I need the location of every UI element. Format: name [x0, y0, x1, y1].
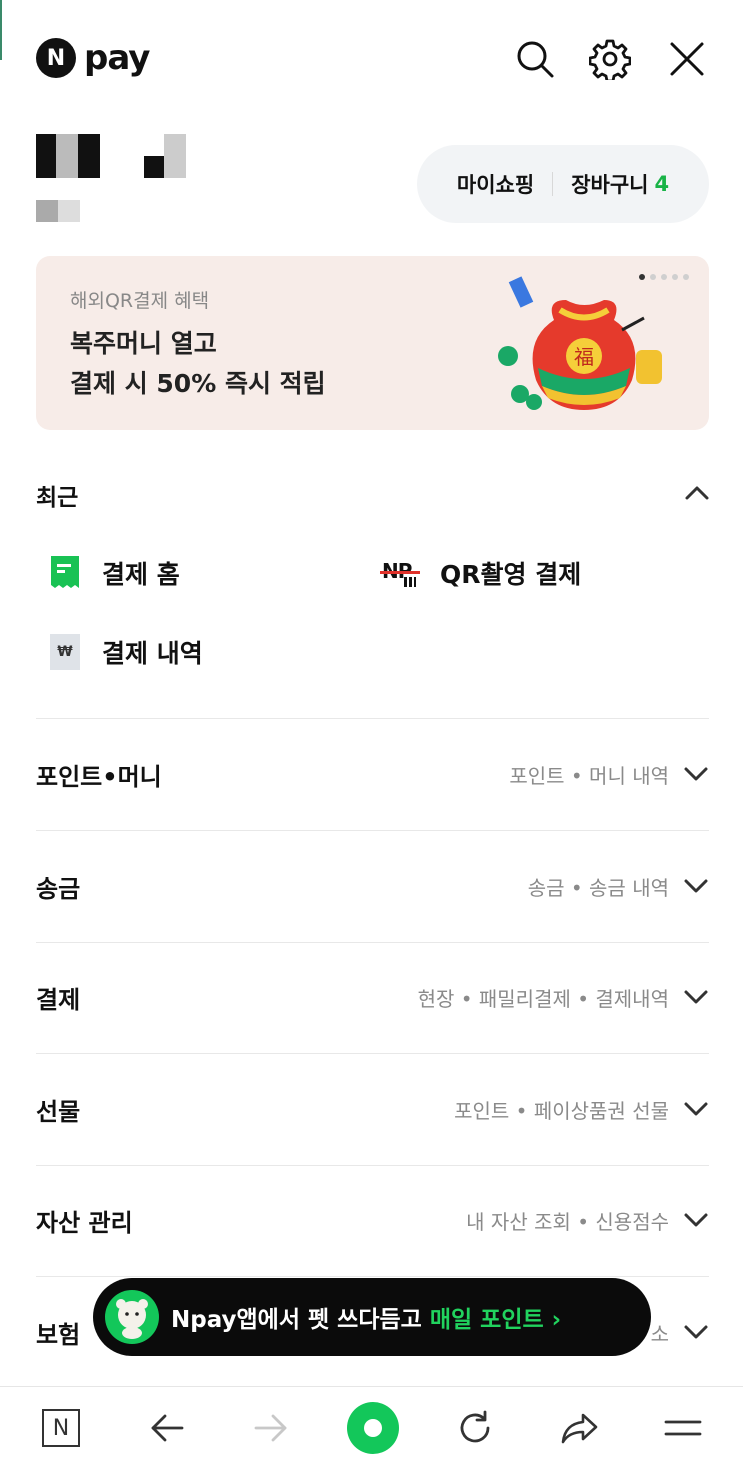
- pill-divider: [552, 172, 554, 196]
- won-receipt-icon: ₩: [50, 634, 80, 670]
- browser-bottom-bar: N: [0, 1386, 743, 1465]
- menu-icon[interactable]: [658, 1403, 708, 1453]
- menu-row-title: 송금: [36, 874, 81, 903]
- menu-row-title: 포인트•머니: [36, 762, 162, 791]
- cart-count: 4: [654, 172, 670, 196]
- back-arrow-icon[interactable]: [142, 1403, 192, 1453]
- menu-row-gift[interactable]: 선물 포인트 • 페이상품권 선물: [36, 1079, 709, 1139]
- menu-row-title: 자산 관리: [36, 1208, 133, 1237]
- chevron-down-icon: [684, 1213, 708, 1227]
- npay-logo[interactable]: N pay: [36, 38, 150, 78]
- close-icon[interactable]: [664, 36, 710, 82]
- chevron-down-icon: [684, 879, 708, 893]
- qr-np-icon: NP: [380, 555, 422, 591]
- pagination-dot: [683, 274, 689, 280]
- green-circle-icon[interactable]: [346, 1401, 400, 1455]
- menu-row-detail-wrap: 내 자산 조회 • 신용점수: [466, 1206, 709, 1235]
- cart-link[interactable]: 장바구니: [571, 169, 648, 199]
- menu-row-detail: 내 자산 조회 • 신용점수: [466, 1209, 669, 1234]
- recent-item-qr-payment[interactable]: NP QR촬영 결제: [380, 555, 582, 591]
- recent-item-payment-home[interactable]: 결제 홈: [50, 555, 180, 591]
- edge-indicator: [0, 0, 2, 60]
- logo-n-circle: N: [36, 38, 76, 78]
- divider: [36, 942, 709, 943]
- menu-row-detail: 포인트 • 머니 내역: [509, 763, 669, 788]
- menu-row-asset-management[interactable]: 자산 관리 내 자산 조회 • 신용점수: [36, 1190, 709, 1250]
- menu-row-detail: 소: [650, 1321, 669, 1346]
- menu-row-detail-wrap: 송금 • 송금 내역: [528, 872, 709, 901]
- menu-row-title: 선물: [36, 1097, 81, 1126]
- menu-row-payment[interactable]: 결제 현장 • 패밀리결제 • 결제내역: [36, 967, 709, 1027]
- chevron-down-icon: [684, 990, 708, 1004]
- strike-line: [380, 571, 420, 574]
- recent-item-label: 결제 내역: [102, 639, 203, 668]
- menu-row-title: 결제: [36, 985, 81, 1014]
- refresh-icon[interactable]: [450, 1403, 500, 1453]
- pet-avatar-icon: [105, 1290, 159, 1344]
- shopping-cart-pill: 마이쇼핑 장바구니 4: [417, 145, 709, 223]
- banner-subtitle: 해외QR결제 혜택: [70, 290, 210, 312]
- banner-title: 복주머니 열고 결제 시 50% 즉시 적립: [70, 324, 326, 404]
- menu-row-detail: 송금 • 송금 내역: [527, 875, 669, 900]
- menu-row-detail-wrap: 포인트 • 페이상품권 선물: [454, 1095, 709, 1124]
- toast-text: Npay앱에서 펫 쓰다듬고: [171, 1307, 422, 1333]
- divider: [36, 1053, 709, 1054]
- recent-section-title: 최근: [36, 485, 79, 511]
- menu-row-title: 보험: [36, 1320, 81, 1349]
- recent-item-payment-history[interactable]: ₩ 결제 내역: [50, 634, 203, 670]
- won-symbol: ₩: [57, 644, 73, 660]
- menu-row-detail-wrap: 소: [651, 1318, 709, 1347]
- banner-title-line1: 복주머니 열고: [70, 329, 217, 358]
- my-shopping-link[interactable]: 마이쇼핑: [457, 169, 534, 199]
- promo-toast[interactable]: Npay앱에서 펫 쓰다듬고 매일 포인트 ›: [93, 1278, 651, 1356]
- qr-dots: [404, 577, 416, 587]
- share-icon[interactable]: [554, 1403, 604, 1453]
- menu-row-points-money[interactable]: 포인트•머니 포인트 • 머니 내역: [36, 744, 709, 804]
- receipt-green-icon: [51, 556, 79, 588]
- search-icon[interactable]: [512, 36, 558, 82]
- forward-arrow-icon[interactable]: [246, 1403, 296, 1453]
- divider: [36, 830, 709, 831]
- divider: [36, 718, 709, 719]
- masked-user-name: [36, 134, 196, 224]
- menu-row-detail: 포인트 • 페이상품권 선물: [454, 1098, 669, 1123]
- logo-text: pay: [84, 38, 150, 78]
- lucky-pouch-illustration: 福: [498, 276, 662, 410]
- toast-highlight: 매일 포인트 ›: [429, 1307, 562, 1333]
- menu-row-detail-wrap: 현장 • 패밀리결제 • 결제내역: [418, 983, 709, 1012]
- menu-row-transfer[interactable]: 송금 송금 • 송금 내역: [36, 856, 709, 916]
- menu-row-detail: 현장 • 패밀리결제 • 결제내역: [417, 986, 669, 1011]
- divider: [36, 1276, 709, 1277]
- chevron-down-icon: [684, 1102, 708, 1116]
- home-letter-box: N: [42, 1409, 80, 1447]
- divider: [36, 1165, 709, 1166]
- home-letter: N: [52, 1415, 70, 1441]
- gear-icon[interactable]: [587, 36, 633, 82]
- chevron-down-icon: [684, 767, 708, 781]
- banner-title-line2: 결제 시 50% 즉시 적립: [70, 369, 326, 398]
- promo-banner[interactable]: 해외QR결제 혜택 복주머니 열고 결제 시 50% 즉시 적립 福: [36, 256, 709, 430]
- menu-row-detail-wrap: 포인트 • 머니 내역: [509, 760, 709, 789]
- naver-home-icon[interactable]: N: [36, 1403, 86, 1453]
- fortune-seal-text: 福: [574, 345, 594, 369]
- recent-item-label: 결제 홈: [102, 560, 180, 589]
- chevron-down-icon: [684, 1325, 708, 1339]
- recent-item-label: QR촬영 결제: [440, 560, 582, 589]
- chevron-up-icon[interactable]: [684, 484, 710, 506]
